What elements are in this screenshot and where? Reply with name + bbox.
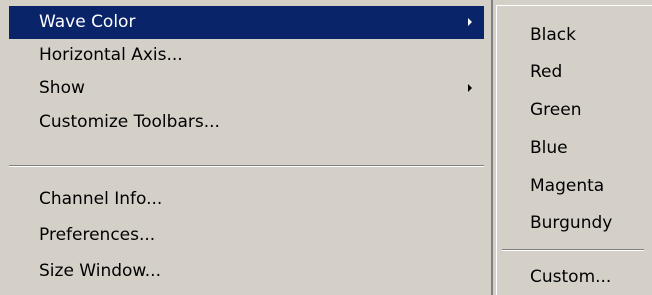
submenu-item-custom[interactable]: Custom... [497, 259, 647, 295]
submenu-item-label: Black [530, 25, 576, 45]
submenu-item-magenta[interactable]: Magenta [497, 168, 647, 204]
menu-item-label: Customize Toolbars... [39, 112, 220, 132]
menu-item-preferences[interactable]: Preferences... [9, 219, 484, 252]
submenu-item-burgundy[interactable]: Burgundy [497, 205, 647, 241]
menu-item-label: Show [39, 78, 85, 98]
menu-item-label: Size Window... [39, 261, 161, 281]
submenu-item-blue[interactable]: Blue [497, 130, 647, 166]
menu-item-customize-toolbars[interactable]: Customize Toolbars... [9, 106, 484, 139]
submenu-arrow-icon [468, 18, 472, 26]
menu-item-label: Horizontal Axis... [39, 45, 183, 65]
submenu-item-label: Custom... [530, 267, 612, 287]
submenu-separator [502, 249, 644, 251]
screen: Wave Color Horizontal Axis... Show Custo… [0, 0, 652, 295]
menu-item-size-window[interactable]: Size Window... [9, 255, 484, 288]
menu-item-label: Wave Color [39, 12, 136, 32]
menu-item-show[interactable]: Show [9, 72, 484, 105]
submenu-item-label: Blue [530, 138, 568, 158]
submenu-item-label: Green [530, 100, 582, 120]
submenu-item-label: Magenta [530, 176, 605, 196]
menu-item-channel-info[interactable]: Channel Info... [9, 183, 484, 216]
submenu-item-label: Red [530, 62, 563, 82]
submenu-item-green[interactable]: Green [497, 92, 647, 128]
submenu-item-red[interactable]: Red [497, 54, 647, 90]
menu-separator [9, 165, 484, 167]
context-menu: Wave Color Horizontal Axis... Show Custo… [0, 0, 493, 295]
submenu-item-black[interactable]: Black [497, 17, 647, 53]
menu-item-label: Preferences... [39, 225, 156, 245]
menu-item-label: Channel Info... [39, 189, 163, 209]
submenu-arrow-icon [468, 84, 472, 92]
submenu-item-label: Burgundy [530, 213, 613, 233]
menu-item-horizontal-axis[interactable]: Horizontal Axis... [9, 39, 484, 72]
menu-item-wave-color[interactable]: Wave Color [9, 6, 484, 39]
wave-color-submenu: Black Red Green Blue Magenta Burgundy Cu… [496, 5, 652, 295]
